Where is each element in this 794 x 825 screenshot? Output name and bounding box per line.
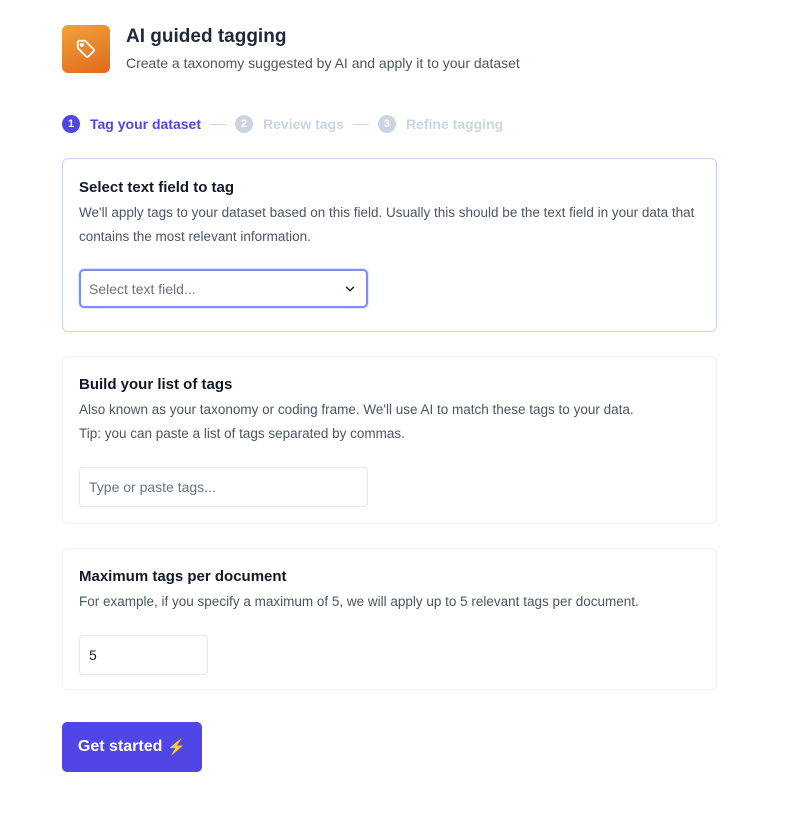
page-title: AI guided tagging bbox=[126, 26, 287, 47]
get-started-button[interactable]: Get started ⚡ bbox=[62, 722, 202, 772]
max-tags-card: Maximum tags per document For example, i… bbox=[62, 548, 717, 690]
chevron-down-icon bbox=[343, 282, 357, 296]
step-label: Tag your dataset bbox=[90, 116, 201, 132]
step-divider bbox=[352, 123, 369, 125]
step-review-tags[interactable]: 2 Review tags bbox=[235, 115, 344, 133]
step-refine-tagging[interactable]: 3 Refine tagging bbox=[377, 115, 504, 133]
step-number: 1 bbox=[62, 115, 80, 133]
text-field-card: Select text field to tag We'll apply tag… bbox=[62, 158, 717, 332]
tags-card: Build your list of tags Also known as yo… bbox=[62, 356, 717, 524]
tags-description-text: Also known as your taxonomy or coding fr… bbox=[79, 402, 634, 417]
tags-input[interactable] bbox=[79, 467, 368, 507]
step-tag-dataset[interactable]: 1 Tag your dataset bbox=[62, 115, 201, 133]
step-label: Review tags bbox=[263, 116, 344, 132]
page-subtitle: Create a taxonomy suggested by AI and ap… bbox=[126, 55, 520, 71]
step-number: 3 bbox=[377, 115, 396, 133]
max-tags-description: For example, if you specify a maximum of… bbox=[79, 594, 639, 609]
title-block: AI guided tagging Create a taxonomy sugg… bbox=[126, 25, 520, 72]
tags-tip: Tip: you can paste a list of tags separa… bbox=[79, 426, 405, 441]
step-number: 2 bbox=[235, 115, 253, 133]
stepper: 1 Tag your dataset 2 Review tags 3 Refin… bbox=[62, 115, 503, 133]
get-started-label: Get started bbox=[77, 738, 163, 755]
text-field-title: Select text field to tag bbox=[79, 179, 235, 196]
tags-title: Build your list of tags bbox=[79, 376, 233, 393]
step-divider bbox=[210, 123, 226, 125]
text-field-description: We'll apply tags to your dataset based o… bbox=[79, 205, 695, 244]
tag-icon bbox=[76, 39, 95, 58]
max-tags-title: Maximum tags per document bbox=[79, 568, 287, 585]
tags-description: Also known as your taxonomy or coding fr… bbox=[79, 398, 700, 446]
app-logo bbox=[62, 25, 110, 73]
page-header: AI guided tagging Create a taxonomy sugg… bbox=[62, 25, 520, 73]
lightning-icon: ⚡ bbox=[167, 739, 187, 756]
max-tags-input[interactable] bbox=[79, 635, 208, 675]
text-field-select[interactable]: Select text field... bbox=[79, 269, 368, 308]
step-label: Refine tagging bbox=[405, 116, 504, 132]
select-placeholder: Select text field... bbox=[89, 280, 196, 297]
